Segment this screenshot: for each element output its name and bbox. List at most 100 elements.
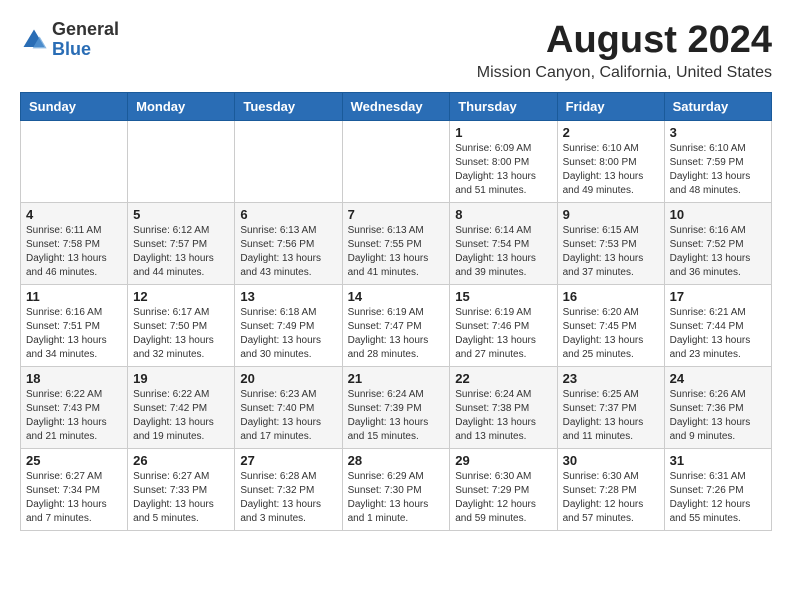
day-number: 29 <box>455 453 551 468</box>
day-number: 11 <box>26 289 122 304</box>
table-row: 2Sunrise: 6:10 AM Sunset: 8:00 PM Daylig… <box>557 120 664 202</box>
table-row: 5Sunrise: 6:12 AM Sunset: 7:57 PM Daylig… <box>128 202 235 284</box>
day-info: Sunrise: 6:23 AM Sunset: 7:40 PM Dayligh… <box>240 388 336 444</box>
day-info: Sunrise: 6:15 AM Sunset: 7:53 PM Dayligh… <box>563 224 659 280</box>
day-info: Sunrise: 6:09 AM Sunset: 8:00 PM Dayligh… <box>455 142 551 198</box>
day-info: Sunrise: 6:16 AM Sunset: 7:51 PM Dayligh… <box>26 306 122 362</box>
table-row: 25Sunrise: 6:27 AM Sunset: 7:34 PM Dayli… <box>21 448 128 530</box>
logo-blue: Blue <box>52 39 91 59</box>
title-section: August 2024 Mission Canyon, California, … <box>477 20 772 82</box>
col-monday: Monday <box>128 92 235 120</box>
day-info: Sunrise: 6:19 AM Sunset: 7:46 PM Dayligh… <box>455 306 551 362</box>
day-number: 21 <box>348 371 445 386</box>
day-number: 24 <box>670 371 766 386</box>
day-info: Sunrise: 6:20 AM Sunset: 7:45 PM Dayligh… <box>563 306 659 362</box>
table-row: 24 Sunrise: 6:26 AM Sunset: 7:36 PM Dayli… <box>664 366 771 448</box>
day-number: 10 <box>670 207 766 222</box>
col-wednesday: Wednesday <box>342 92 450 120</box>
day-number: 23 <box>563 371 659 386</box>
day-info: Sunrise: 6:24 AM Sunset: 7:38 PM Dayligh… <box>455 388 551 444</box>
table-row: 21Sunrise: 6:24 AM Sunset: 7:39 PM Dayli… <box>342 366 450 448</box>
table-row: 10 Sunrise: 6:16 AM Sunset: 7:52 PM Dayli… <box>664 202 771 284</box>
day-number: 14 <box>348 289 445 304</box>
table-row: 14 Sunrise: 6:19 AM Sunset: 7:47 PM Dayli… <box>342 284 450 366</box>
table-row: 3 Sunrise: 6:10 AM Sunset: 7:59 PM Daylig… <box>664 120 771 202</box>
day-info: Sunrise: 6:22 AM Sunset: 7:42 PM Dayligh… <box>133 388 229 444</box>
day-number: 8 <box>455 207 551 222</box>
table-row <box>128 120 235 202</box>
table-row: 15 Sunrise: 6:19 AM Sunset: 7:46 PM Dayli… <box>450 284 557 366</box>
day-number: 16 <box>563 289 659 304</box>
table-row: 9Sunrise: 6:15 AM Sunset: 7:53 PM Daylig… <box>557 202 664 284</box>
table-row: 22 Sunrise: 6:24 AM Sunset: 7:38 PM Dayli… <box>450 366 557 448</box>
day-number: 7 <box>348 207 445 222</box>
day-number: 15 <box>455 289 551 304</box>
day-info: Sunrise: 6:26 AM Sunset: 7:36 PM Dayligh… <box>670 388 766 444</box>
table-row: 28Sunrise: 6:29 AM Sunset: 7:30 PM Dayli… <box>342 448 450 530</box>
page-header: General Blue August 2024 Mission Canyon,… <box>20 20 772 82</box>
day-number: 3 <box>670 125 766 140</box>
day-info: Sunrise: 6:11 AM Sunset: 7:58 PM Dayligh… <box>26 224 122 280</box>
table-row: 12Sunrise: 6:17 AM Sunset: 7:50 PM Dayli… <box>128 284 235 366</box>
day-info: Sunrise: 6:22 AM Sunset: 7:43 PM Dayligh… <box>26 388 122 444</box>
table-row: 20Sunrise: 6:23 AM Sunset: 7:40 PM Dayli… <box>235 366 342 448</box>
location: Mission Canyon, California, United State… <box>477 64 772 82</box>
col-friday: Friday <box>557 92 664 120</box>
day-info: Sunrise: 6:31 AM Sunset: 7:26 PM Dayligh… <box>670 470 766 526</box>
day-number: 4 <box>26 207 122 222</box>
table-row: 26 Sunrise: 6:27 AM Sunset: 7:33 PM Dayli… <box>128 448 235 530</box>
table-row: 23Sunrise: 6:25 AM Sunset: 7:37 PM Dayli… <box>557 366 664 448</box>
col-thursday: Thursday <box>450 92 557 120</box>
day-info: Sunrise: 6:30 AM Sunset: 7:28 PM Dayligh… <box>563 470 659 526</box>
day-info: Sunrise: 6:30 AM Sunset: 7:29 PM Dayligh… <box>455 470 551 526</box>
calendar-week-row: 1 Sunrise: 6:09 AM Sunset: 8:00 PM Daylig… <box>21 120 772 202</box>
day-number: 18 <box>26 371 122 386</box>
day-info: Sunrise: 6:28 AM Sunset: 7:32 PM Dayligh… <box>240 470 336 526</box>
table-row: 8 Sunrise: 6:14 AM Sunset: 7:54 PM Daylig… <box>450 202 557 284</box>
logo-general: General <box>52 19 119 39</box>
table-row: 13 Sunrise: 6:18 AM Sunset: 7:49 PM Dayli… <box>235 284 342 366</box>
day-number: 13 <box>240 289 336 304</box>
table-row: 29 Sunrise: 6:30 AM Sunset: 7:29 PM Dayli… <box>450 448 557 530</box>
calendar-table: Sunday Monday Tuesday Wednesday Thursday… <box>20 92 772 531</box>
day-number: 6 <box>240 207 336 222</box>
day-info: Sunrise: 6:13 AM Sunset: 7:55 PM Dayligh… <box>348 224 445 280</box>
day-info: Sunrise: 6:13 AM Sunset: 7:56 PM Dayligh… <box>240 224 336 280</box>
col-tuesday: Tuesday <box>235 92 342 120</box>
day-number: 1 <box>455 125 551 140</box>
table-row: 27 Sunrise: 6:28 AM Sunset: 7:32 PM Dayli… <box>235 448 342 530</box>
day-number: 31 <box>670 453 766 468</box>
day-info: Sunrise: 6:27 AM Sunset: 7:33 PM Dayligh… <box>133 470 229 526</box>
table-row: 19 Sunrise: 6:22 AM Sunset: 7:42 PM Dayli… <box>128 366 235 448</box>
table-row <box>235 120 342 202</box>
day-number: 17 <box>670 289 766 304</box>
table-row: 30Sunrise: 6:30 AM Sunset: 7:28 PM Dayli… <box>557 448 664 530</box>
day-info: Sunrise: 6:29 AM Sunset: 7:30 PM Dayligh… <box>348 470 445 526</box>
logo: General Blue <box>20 20 119 60</box>
table-row <box>342 120 450 202</box>
day-number: 27 <box>240 453 336 468</box>
day-info: Sunrise: 6:27 AM Sunset: 7:34 PM Dayligh… <box>26 470 122 526</box>
day-info: Sunrise: 6:19 AM Sunset: 7:47 PM Dayligh… <box>348 306 445 362</box>
day-number: 22 <box>455 371 551 386</box>
day-info: Sunrise: 6:18 AM Sunset: 7:49 PM Dayligh… <box>240 306 336 362</box>
day-number: 19 <box>133 371 229 386</box>
month-year: August 2024 <box>477 20 772 62</box>
table-row: 1 Sunrise: 6:09 AM Sunset: 8:00 PM Daylig… <box>450 120 557 202</box>
table-row: 11 Sunrise: 6:16 AM Sunset: 7:51 PM Dayli… <box>21 284 128 366</box>
col-saturday: Saturday <box>664 92 771 120</box>
table-row: 6 Sunrise: 6:13 AM Sunset: 7:56 PM Daylig… <box>235 202 342 284</box>
table-row: 16 Sunrise: 6:20 AM Sunset: 7:45 PM Dayli… <box>557 284 664 366</box>
calendar-week-row: 18 Sunrise: 6:22 AM Sunset: 7:43 PM Dayli… <box>21 366 772 448</box>
calendar-week-row: 25Sunrise: 6:27 AM Sunset: 7:34 PM Dayli… <box>21 448 772 530</box>
day-info: Sunrise: 6:16 AM Sunset: 7:52 PM Dayligh… <box>670 224 766 280</box>
day-number: 26 <box>133 453 229 468</box>
table-row: 4 Sunrise: 6:11 AM Sunset: 7:58 PM Daylig… <box>21 202 128 284</box>
calendar-week-row: 4 Sunrise: 6:11 AM Sunset: 7:58 PM Daylig… <box>21 202 772 284</box>
calendar-header-row: Sunday Monday Tuesday Wednesday Thursday… <box>21 92 772 120</box>
day-info: Sunrise: 6:10 AM Sunset: 7:59 PM Dayligh… <box>670 142 766 198</box>
day-info: Sunrise: 6:10 AM Sunset: 8:00 PM Dayligh… <box>563 142 659 198</box>
day-info: Sunrise: 6:14 AM Sunset: 7:54 PM Dayligh… <box>455 224 551 280</box>
logo-icon <box>20 26 48 54</box>
day-number: 12 <box>133 289 229 304</box>
